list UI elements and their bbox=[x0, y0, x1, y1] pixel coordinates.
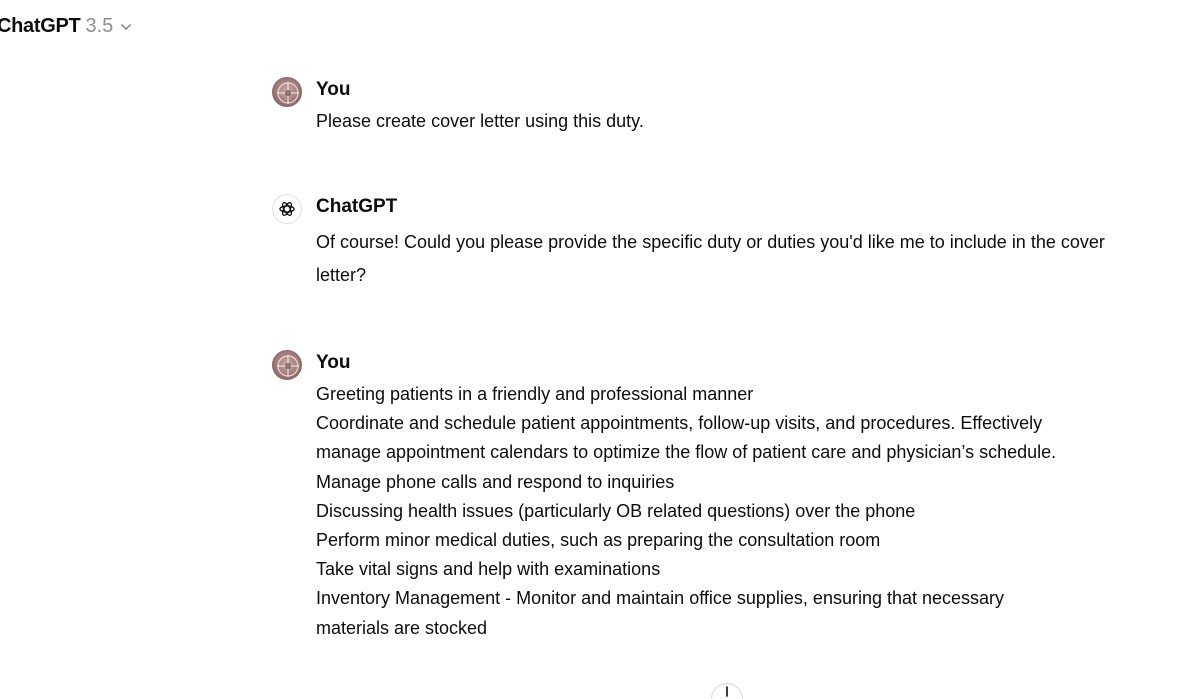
model-name: ChatGPT bbox=[0, 14, 81, 37]
scroll-down-button[interactable] bbox=[711, 683, 743, 699]
message-line: Greeting patients in a friendly and prof… bbox=[316, 384, 754, 404]
model-version: 3.5 bbox=[85, 14, 114, 37]
message-text: Of course! Could you please provide the … bbox=[316, 226, 1172, 292]
openai-logo-icon bbox=[272, 194, 302, 224]
chat-page: ChatGPT 3.5 You Please create cover lett… bbox=[0, 0, 1200, 699]
message-author: ChatGPT bbox=[316, 196, 398, 217]
message-text: Please create cover letter using this du… bbox=[316, 109, 1172, 133]
message-line: Take vital signs and help with examinati… bbox=[316, 559, 661, 580]
message-author: You bbox=[316, 352, 351, 373]
message-line: Inventory Management - Monitor and maint… bbox=[316, 588, 1005, 609]
message-line: Discussing health issues (particularly O… bbox=[316, 500, 916, 521]
message-author: You bbox=[316, 79, 351, 100]
message-line: Please create cover letter using this du… bbox=[316, 111, 644, 131]
message-line: materials are stocked bbox=[316, 617, 488, 638]
message-line: Of course! Could you please provide the … bbox=[316, 232, 1105, 252]
message-line: Manage phone calls and respond to inquir… bbox=[316, 471, 675, 492]
message-line: letter? bbox=[316, 265, 367, 285]
user-avatar bbox=[272, 350, 302, 380]
message-line: Coordinate and schedule patient appointm… bbox=[316, 413, 1043, 434]
user-avatar bbox=[272, 77, 302, 107]
message-text: Greeting patients in a friendly and prof… bbox=[316, 380, 1172, 643]
arrow-down-icon bbox=[720, 684, 734, 699]
message-line: Perform minor medical duties, such as pr… bbox=[316, 530, 881, 551]
message-line: manage appointment calendars to optimize… bbox=[316, 442, 1057, 463]
model-selector[interactable]: ChatGPT 3.5 bbox=[0, 12, 133, 40]
chevron-down-icon bbox=[119, 20, 133, 34]
